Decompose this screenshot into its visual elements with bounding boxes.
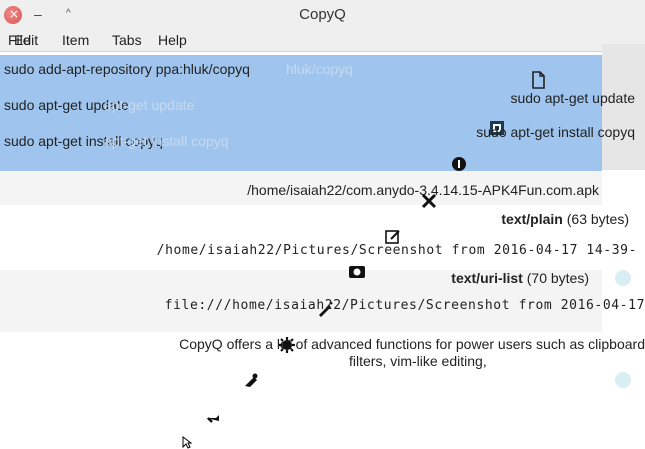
tool-icon [420,192,438,210]
window-title: CopyQ [299,6,346,23]
document-icon [529,71,547,89]
menu-bar: File Edit Item Tabs Help [0,30,645,52]
side-panel [602,44,645,170]
item-preview[interactable]: file:///home/isaiah22/Pictures/Screensho… [165,298,645,313]
item-preview[interactable]: CopyQ offers a lot of advanced functions… [179,336,645,352]
item-preview: sudo apt-get install copyq [476,124,635,140]
item-preview: sudo apt-get update [510,90,635,106]
image-icon [348,263,366,281]
gear-icon [278,336,296,354]
hand-icon [242,372,260,390]
item-text-ghost: apt-get install copyq [104,133,229,149]
item-mime[interactable]: text/plain (63 bytes) [501,211,629,227]
hand-icon [204,408,222,426]
pin-icon [450,155,468,173]
menu-help[interactable]: Help [158,32,187,48]
dot-icon [615,270,631,286]
menu-item[interactable]: Item [62,32,89,48]
mime-type: text/plain [501,211,563,227]
item-text-ghost: apt-get update [104,97,195,113]
menu-tabs[interactable]: Tabs [112,32,142,48]
title-bar: × – ^ CopyQ [0,0,645,30]
item-mime[interactable]: text/uri-list (70 bytes) [451,270,589,286]
item-text-ghost: hluk/copyq [286,61,353,77]
mime-size: (63 bytes) [562,211,629,227]
mime-size: (70 bytes) [522,270,589,286]
item-preview[interactable]: /home/isaiah22/Pictures/Screenshot from … [157,243,637,258]
item-preview-line2: filters, vim-like editing, [349,353,487,369]
mime-type: text/uri-list [451,270,523,286]
dot-icon [615,372,631,388]
mouse-cursor-icon [182,436,192,449]
item-text[interactable]: sudo add-apt-repository ppa:hluk/copyq [4,61,250,77]
menu-edit[interactable]: Edit [14,32,38,48]
